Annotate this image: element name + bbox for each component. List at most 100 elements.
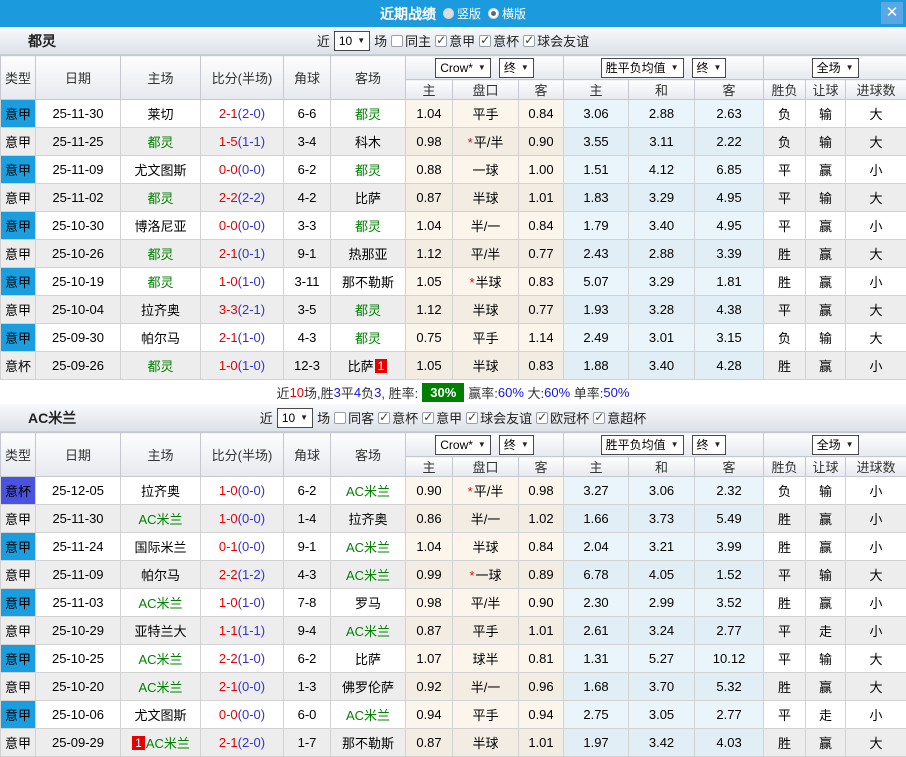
goals-cell: 小 [846, 268, 906, 296]
goals-cell: 小 [846, 212, 906, 240]
avg-final-select[interactable]: 终▼ [692, 435, 727, 455]
table-row: 意甲25-11-03AC米兰1-0(1-0)7-8罗马0.98平/半0.902.… [1, 589, 906, 617]
avg-draw-cell: 3.29 [629, 184, 695, 212]
filter-checkbox-label[interactable]: 意杯 [493, 31, 519, 50]
odds-away-cell: 0.77 [519, 296, 564, 324]
avg-final-select[interactable]: 终▼ [692, 58, 727, 78]
table-row: 意甲25-11-30AC米兰1-0(0-0)1-4拉齐奥0.86半/一1.021… [1, 505, 906, 533]
filter-checkbox-label[interactable]: 球会友谊 [537, 31, 589, 50]
checkbox-checked-icon[interactable] [479, 35, 491, 47]
checkbox-unchecked-icon[interactable] [391, 35, 403, 47]
avg-home-cell: 2.49 [564, 324, 629, 352]
odds-away-cell: 0.84 [519, 212, 564, 240]
date-cell: 25-09-29 [36, 729, 121, 757]
close-icon[interactable]: ✕ [886, 4, 899, 21]
odds-final-select[interactable]: 终▼ [499, 58, 534, 78]
match-count-select[interactable]: 10▼ [277, 408, 313, 428]
filter-checkbox-label[interactable]: 意杯 [392, 408, 418, 427]
checkbox-checked-icon[interactable] [378, 412, 390, 424]
table-row: 意甲25-10-29亚特兰大1-1(1-1)9-4AC米兰0.87平手1.012… [1, 617, 906, 645]
halftime-score: (2-1) [238, 302, 265, 317]
summary-text: 10 [290, 385, 304, 400]
win-rate-badge: 30% [422, 383, 464, 402]
filter-checkbox-label[interactable]: 欧冠杯 [550, 408, 589, 427]
result-cell: 平 [764, 156, 806, 184]
close-button[interactable]: ✕ [881, 2, 903, 24]
checkbox-checked-icon[interactable] [593, 412, 605, 424]
bookmaker-select[interactable]: Crow*▼ [435, 435, 491, 455]
filter-checkbox-意甲[interactable]: 意甲 [435, 31, 475, 50]
layout-radio-vertical[interactable]: 竖版 [443, 5, 481, 22]
filter-checkbox-球会友谊[interactable]: 球会友谊 [466, 408, 532, 427]
avg-select[interactable]: 胜平负均值▼ [601, 435, 684, 455]
avg-draw-cell: 2.88 [629, 100, 695, 128]
avg-draw-cell: 3.42 [629, 729, 695, 757]
filter-checkbox-label[interactable]: 意甲 [436, 408, 462, 427]
bookmaker-select[interactable]: Crow*▼ [435, 58, 491, 78]
home-team-name: 帕尔马 [141, 331, 180, 346]
home-team-cell: 亚特兰大 [121, 617, 201, 645]
date-cell: 25-10-26 [36, 240, 121, 268]
filter-checkbox-意杯[interactable]: 意杯 [378, 408, 418, 427]
filter-checkbox-label[interactable]: 球会友谊 [480, 408, 532, 427]
checkbox-unchecked-icon[interactable] [334, 412, 346, 424]
filter-checkbox-意超杯[interactable]: 意超杯 [593, 408, 646, 427]
handicap-value: 半球 [476, 275, 502, 290]
fulltime-score: 2-2 [219, 651, 238, 666]
avg-select[interactable]: 胜平负均值▼ [601, 58, 684, 78]
checkbox-checked-icon[interactable] [466, 412, 478, 424]
radio-selected-icon[interactable] [488, 8, 499, 19]
goals-cell: 小 [846, 156, 906, 184]
type-cell: 意甲 [1, 645, 36, 673]
home-team-name: 尤文图斯 [134, 708, 186, 723]
handicap-cell: 平/半 [453, 240, 519, 268]
filter-checkbox-球会友谊[interactable]: 球会友谊 [523, 31, 589, 50]
col-header-date: 日期 [36, 433, 121, 477]
filter-checkbox-同客[interactable]: 同客 [334, 408, 374, 427]
checkbox-checked-icon[interactable] [536, 412, 548, 424]
away-team-cell: 佛罗伦萨 [331, 673, 406, 701]
filter-checkbox-同主[interactable]: 同主 [391, 31, 431, 50]
checkbox-checked-icon[interactable] [523, 35, 535, 47]
goals-cell: 小 [846, 617, 906, 645]
odds-home-cell: 0.87 [406, 617, 453, 645]
home-team-name: 帕尔马 [141, 568, 180, 583]
radio-unselected-icon[interactable] [443, 8, 454, 19]
odds-final-select[interactable]: 终▼ [499, 435, 534, 455]
section-header-torino: 都灵 近10▼场同主意甲意杯球会友谊 [0, 27, 906, 55]
radio-vertical-label[interactable]: 竖版 [457, 5, 481, 22]
type-cell: 意甲 [1, 561, 36, 589]
filter-checkbox-label[interactable]: 同客 [348, 408, 374, 427]
checkbox-checked-icon[interactable] [435, 35, 447, 47]
match-count-select[interactable]: 10▼ [334, 31, 370, 51]
type-cell: 意甲 [1, 589, 36, 617]
home-team-cell: 帕尔马 [121, 561, 201, 589]
filter-checkbox-label[interactable]: 意超杯 [607, 408, 646, 427]
scope-select[interactable]: 全场▼ [812, 58, 859, 78]
halftime-score: (2-2) [238, 190, 265, 205]
odds-away-cell: 1.01 [519, 617, 564, 645]
score-cell: 2-1(1-0) [201, 324, 284, 352]
handicap-cell: 球半 [453, 645, 519, 673]
checkbox-checked-icon[interactable] [422, 412, 434, 424]
home-team-cell: 拉齐奥 [121, 296, 201, 324]
layout-radio-horizontal[interactable]: 横版 [488, 5, 526, 22]
corner-cell: 3-4 [284, 128, 331, 156]
avg-home-cell: 3.55 [564, 128, 629, 156]
away-team-cell: 拉齐奥 [331, 505, 406, 533]
filter-checkbox-欧冠杯[interactable]: 欧冠杯 [536, 408, 589, 427]
radio-horizontal-label[interactable]: 横版 [502, 5, 526, 22]
odds-away-cell: 1.00 [519, 156, 564, 184]
odds-away-cell: 0.81 [519, 645, 564, 673]
odds-home-cell: 1.12 [406, 296, 453, 324]
filter-checkbox-label[interactable]: 意甲 [449, 31, 475, 50]
filter-checkbox-label[interactable]: 同主 [405, 31, 431, 50]
filter-checkbox-意杯[interactable]: 意杯 [479, 31, 519, 50]
home-team-cell: 都灵 [121, 240, 201, 268]
date-cell: 25-11-03 [36, 589, 121, 617]
odds-away-cell: 1.01 [519, 184, 564, 212]
avg-home-cell: 1.88 [564, 352, 629, 380]
filter-checkbox-意甲[interactable]: 意甲 [422, 408, 462, 427]
changed-odds-star-icon: * [468, 484, 473, 499]
scope-select[interactable]: 全场▼ [812, 435, 859, 455]
